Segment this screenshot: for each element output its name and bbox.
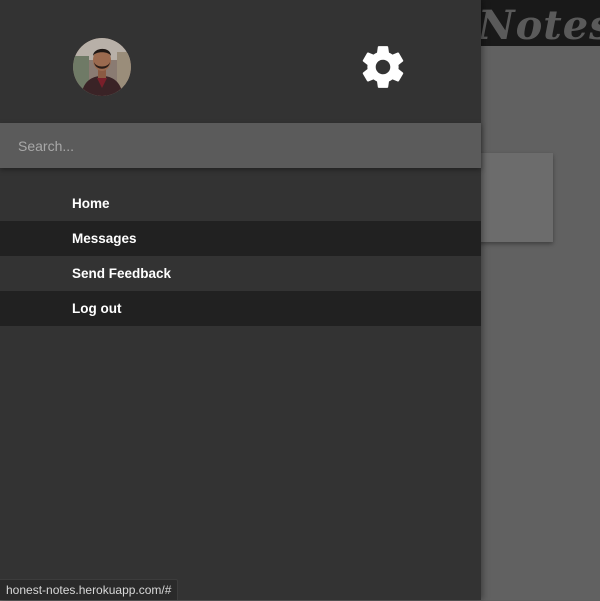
search-bar xyxy=(0,123,481,168)
menu-item-messages[interactable]: Messages xyxy=(0,221,481,256)
menu-item-label: Home xyxy=(72,196,110,211)
menu-item-label: Log out xyxy=(72,301,121,316)
drawer-header xyxy=(0,0,481,123)
menu-item-label: Messages xyxy=(72,231,137,246)
brand-logo: Notes xyxy=(478,4,600,46)
drawer-menu: Home Messages Send Feedback Log out xyxy=(0,186,481,326)
search-input[interactable] xyxy=(0,123,481,168)
avatar-image xyxy=(73,38,131,96)
gear-icon xyxy=(358,42,408,92)
menu-item-send-feedback[interactable]: Send Feedback xyxy=(0,256,481,291)
side-drawer: Home Messages Send Feedback Log out xyxy=(0,0,481,600)
status-bar-url: honest-notes.herokuapp.com/# xyxy=(0,579,178,600)
avatar[interactable] xyxy=(73,38,131,96)
menu-item-log-out[interactable]: Log out xyxy=(0,291,481,326)
settings-button[interactable] xyxy=(358,42,408,92)
menu-item-home[interactable]: Home xyxy=(0,186,481,221)
menu-item-label: Send Feedback xyxy=(72,266,171,281)
